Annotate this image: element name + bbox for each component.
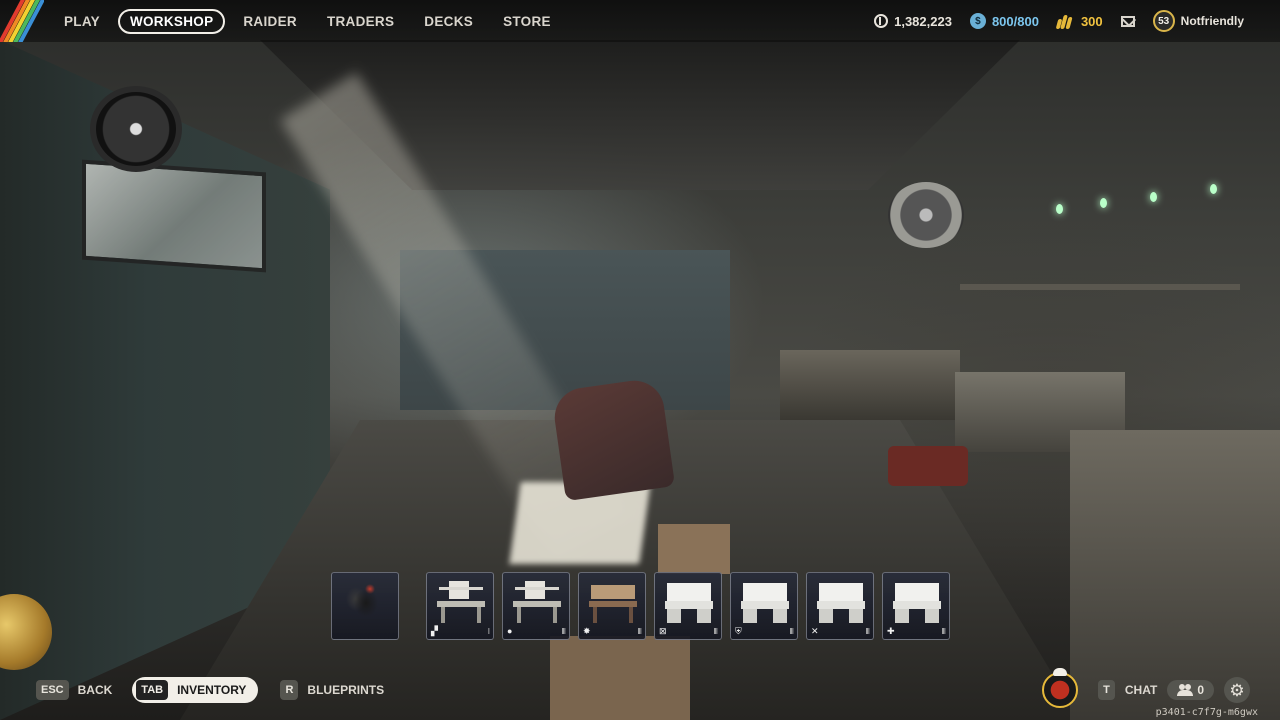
inventory-button[interactable]: TAB INVENTORY <box>132 677 259 703</box>
hotbar-slot-workbench[interactable]: ✕ III <box>806 572 874 640</box>
friends-count: 0 <box>1197 683 1204 697</box>
r-key: R <box>280 680 299 700</box>
tier-marker: III <box>637 627 642 636</box>
category-icon: ✚ <box>887 626 895 636</box>
chat-button[interactable]: T CHAT <box>1098 680 1157 700</box>
people-icon <box>1177 684 1194 696</box>
esc-key: ESC <box>36 680 69 700</box>
hotbar-slot-workbench[interactable]: ● III <box>502 572 570 640</box>
nav-traders[interactable]: TRADERS <box>315 10 406 33</box>
string-light-bulb <box>1100 198 1107 208</box>
bottom-right-controls: T CHAT 0 ⚙ <box>1042 668 1250 708</box>
category-icon: ⊠ <box>659 626 667 636</box>
currency-bar: 1,382,223 $ 800/800 300 53 Notfriendly <box>874 0 1244 42</box>
session-id: p3401-c7f7g-m6gwx <box>1155 707 1258 718</box>
workshop-hotbar: ▞ I ● III ✸ III ⊠ III ⛨ III ✕ III ✚ III <box>0 572 1280 642</box>
string-light-bulb <box>1056 204 1063 214</box>
credits-value: 300 <box>1080 13 1103 29</box>
rainbow-logo <box>0 0 44 42</box>
tier-marker: III <box>713 627 718 636</box>
wall-fan <box>90 86 182 172</box>
level-badge: 53 <box>1152 10 1175 32</box>
token-icon: $ <box>969 13 986 29</box>
workbench-thumbnail <box>739 579 791 623</box>
blueprints-label: BLUEPRINTS <box>307 683 385 697</box>
category-icon: ✸ <box>583 626 591 636</box>
hotbar-slot-workbench[interactable]: ✚ III <box>882 572 950 640</box>
hotbar-slot-workbench[interactable]: ⛨ III <box>730 572 798 640</box>
friends-button[interactable]: 0 <box>1167 680 1214 700</box>
string-light-bulb <box>1210 184 1217 194</box>
nav-play[interactable]: PLAY <box>52 10 112 33</box>
tier-marker: III <box>561 627 566 636</box>
category-icon: ⛨ <box>735 626 742 636</box>
workbench-thumbnail <box>587 579 639 623</box>
tokens-stat[interactable]: $ 800/800 <box>969 13 1039 29</box>
tab-key: TAB <box>136 680 169 700</box>
nav-store[interactable]: STORE <box>491 10 563 33</box>
tier-marker: III <box>941 627 946 636</box>
tokens-value: 800/800 <box>991 13 1039 29</box>
blueprints-button[interactable]: R BLUEPRINTS <box>280 680 384 700</box>
player-name: Notfriendly <box>1180 14 1244 28</box>
workbench-thumbnail <box>663 579 715 623</box>
back-button[interactable]: ESC BACK <box>36 680 112 700</box>
workbench-thumbnail <box>891 579 943 623</box>
bottom-controls: ESC BACK TAB INVENTORY R BLUEPRINTS <box>36 677 384 703</box>
chat-label: CHAT <box>1124 683 1158 697</box>
back-label: BACK <box>77 683 113 697</box>
cardboard-box <box>550 636 690 720</box>
hotbar-slot-rooster[interactable] <box>331 572 399 640</box>
tier-marker: I <box>487 627 490 636</box>
mail-button[interactable] <box>1120 15 1135 27</box>
armchair <box>550 376 676 502</box>
wall-shelf <box>960 284 1240 290</box>
cardboard-box <box>658 524 730 574</box>
workbench-thumbnail <box>435 579 487 623</box>
category-icon: ▞ <box>431 626 438 636</box>
hotbar-slot-workbench[interactable]: ✸ III <box>578 572 646 640</box>
nav-raider[interactable]: RAIDER <box>231 10 309 33</box>
workbench-desk <box>780 350 960 420</box>
t-key: T <box>1098 680 1115 700</box>
nav-workshop[interactable]: WORKSHOP <box>117 8 226 34</box>
mail-icon <box>1120 15 1135 27</box>
top-bar: PLAY WORKSHOP RAIDER TRADERS DECKS STORE… <box>0 0 1280 42</box>
hotbar-slot-workbench[interactable]: ⊠ III <box>654 572 722 640</box>
red-chair <box>888 446 968 486</box>
settings-button[interactable]: ⚙ <box>1224 677 1250 703</box>
hotbar-slot-workbench[interactable]: ▞ I <box>426 572 494 640</box>
tier-marker: III <box>865 627 870 636</box>
player-profile[interactable]: 53 Notfriendly <box>1152 10 1244 32</box>
main-nav: PLAY WORKSHOP RAIDER TRADERS DECKS STORE <box>52 0 563 42</box>
credits-icon <box>1055 13 1075 29</box>
nav-decks[interactable]: DECKS <box>412 10 485 33</box>
workbench-thumbnail <box>815 579 867 623</box>
category-icon: ✕ <box>811 626 819 636</box>
coins-value: 1,382,223 <box>894 13 952 29</box>
surgical-lamp <box>888 182 964 248</box>
faction-emblem-icon[interactable] <box>1042 668 1079 708</box>
inventory-label: INVENTORY <box>177 683 247 697</box>
workbench-thumbnail <box>511 579 563 623</box>
rooster-icon <box>340 579 392 623</box>
credits-stat[interactable]: 300 <box>1055 13 1103 29</box>
left-window <box>82 159 266 273</box>
coins-stat[interactable]: 1,382,223 <box>874 14 952 29</box>
coin-icon <box>874 14 889 28</box>
category-icon: ● <box>507 626 513 636</box>
string-light-bulb <box>1150 192 1157 202</box>
tier-marker: III <box>789 627 794 636</box>
gear-icon: ⚙ <box>1229 680 1245 700</box>
